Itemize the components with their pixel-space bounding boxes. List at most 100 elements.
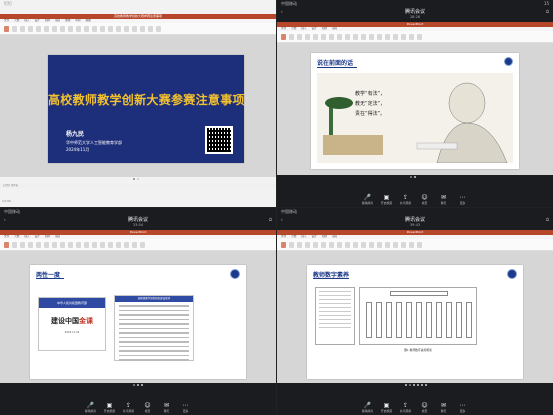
slide-canvas: 高校教师教学创新大赛参赛注意事项 杨九民 华中师范大学人工智能教育学部 2024… [0, 35, 276, 177]
camera-icon: ▣ [383, 402, 390, 409]
camera-icon: ▣ [383, 194, 390, 201]
ribbon-toolbar[interactable] [0, 239, 276, 251]
toolbar-share[interactable]: ⇪ 共享屏幕 [399, 194, 412, 205]
card-date: 2018.11.24 [64, 331, 80, 334]
meeting-timer: 33:04 [132, 223, 144, 227]
meeting-header: ‹ 腾讯会议 39:43 ⏻ [277, 216, 553, 230]
ribbon-toolbar[interactable] [277, 239, 553, 251]
toolbar-mute[interactable]: 🎤 解除静音 [361, 194, 374, 205]
quote-text: 教学“有法”， 教无“定法”， 贵在“得法”。 [355, 91, 386, 117]
toolbar-chat[interactable]: ✉ 聊天 [437, 194, 450, 205]
slide-author: 杨九民 [66, 131, 85, 138]
chat-icon: ✉ [440, 194, 447, 201]
status-bar: 钉钉 [0, 0, 276, 8]
meeting-timer: 28:26 [409, 15, 421, 19]
toolbar-video[interactable]: ▣ 开启视频 [103, 402, 116, 413]
university-logo-icon [507, 269, 517, 279]
university-logo-icon [230, 269, 240, 279]
mic-icon: 🎤 [363, 194, 372, 201]
panel-bottom-left: 中国移动 ‹ 腾讯会议 33:04 ⏻ PowerPoint 文件 开始 插入 设计切… [0, 208, 276, 415]
back-icon[interactable]: ‹ [4, 217, 6, 222]
university-logo-icon [504, 57, 513, 66]
slide-main-title: 高校教师教学创新大赛参赛注意事项 [48, 93, 245, 107]
toolbar-members[interactable]: ☺ 成员 [418, 402, 431, 413]
ppt-window: PowerPoint 文件 开始 插入 设计 切换 动画 [0, 230, 276, 251]
divider-horizontal [0, 207, 553, 208]
ppt-statusbar: 幻灯片 第1张 [0, 184, 276, 188]
members-icon: ☺ [144, 402, 151, 409]
toolbar-video[interactable]: ▣ 开启视频 [380, 402, 393, 413]
more-icon: ⋯ [459, 402, 466, 409]
toolbar-chat[interactable]: ✉ 聊天 [437, 402, 450, 413]
requirements-doc: 国家级教学创新团队建设要求 [114, 295, 194, 361]
mic-icon: 🎤 [86, 402, 95, 409]
slide-quote: 说在前面的话 教学“有法”， 教无“定法”， 贵在“得法”。 [311, 53, 519, 169]
ribbon-toolbar[interactable] [0, 23, 276, 35]
toolbar-more[interactable]: ⋯ 更多 [456, 402, 469, 413]
slide-title: 高校教师教学创新大赛参赛注意事项 杨九民 华中师范大学人工智能教育学部 2024… [48, 55, 245, 163]
toolbar-more[interactable]: ⋯ 更多 [456, 194, 469, 205]
status-bar: 中国移动 [4, 209, 20, 214]
more-icon: ⋯ [459, 194, 466, 201]
share-icon: ⇪ [402, 402, 409, 409]
sketch-illustration [317, 73, 513, 164]
members-icon: ☺ [421, 402, 428, 409]
screenshot-collage: 钉钉 高校教师教学创新大赛参赛注意事项 文件 开始 插入 设计 切换 动画 放映 审阅 视图 高… [0, 0, 553, 415]
leave-icon[interactable]: ⏻ [546, 217, 549, 222]
share-icon: ⇪ [402, 194, 409, 201]
toolbar-more[interactable]: ⋯ 更多 [179, 402, 192, 413]
qr-code [205, 126, 233, 154]
page-dots [410, 176, 416, 178]
toolbar-mute[interactable]: 🎤 解除静音 [361, 402, 374, 413]
status-bar: 中国移动 15 [281, 1, 549, 6]
back-icon[interactable]: ‹ [281, 217, 283, 222]
chat-icon: ✉ [163, 402, 170, 409]
toolbar-members[interactable]: ☺ 成员 [141, 402, 154, 413]
slide-date: 2024年11月 [66, 147, 90, 152]
meeting-title: 腾讯会议 [404, 217, 425, 223]
slide-canvas: 两性一度 中华人民共和国教育部 建设中国金课 2018.11.24 国家级教学创… [0, 251, 276, 383]
toolbar-share[interactable]: ⇪ 共享屏幕 [122, 402, 135, 413]
leave-icon[interactable]: ⏻ [269, 217, 272, 222]
page-dots [133, 178, 139, 180]
framework-diagram [359, 287, 477, 345]
leave-icon[interactable]: ⏻ [546, 9, 549, 14]
toolbar-chat[interactable]: ✉ 聊天 [160, 402, 173, 413]
toolbar-members[interactable]: ☺ 成员 [418, 194, 431, 205]
slide-heading: 说在前面的话 [317, 60, 354, 67]
back-icon[interactable]: ‹ [281, 9, 283, 14]
meeting-toolbar: 🎤 解除静音 ▣ 开启视频 ⇪ 共享屏幕 ☺ 成员 ✉ 聊天 ⋯ 更多 [0, 401, 276, 415]
panel-top-right: 中国移动 15 ‹ 腾讯会议 28:26 ⏻ PowerPoint 文件 开始 插入… [277, 0, 553, 207]
toolbar-mute[interactable]: 🎤 解除静音 [84, 402, 97, 413]
page-dots [133, 384, 143, 386]
slide-canvas: 说在前面的话 教学“有法”， 教无“定法”， 贵在“得法”。 [277, 43, 553, 175]
status-bar: 中国移动 [281, 209, 297, 214]
status-left: 钉钉 [4, 1, 12, 6]
ribbon-toolbar[interactable] [277, 31, 553, 43]
chat-icon: ✉ [440, 402, 447, 409]
meeting-timer: 39:43 [409, 223, 421, 227]
slide-org: 华中师范大学人工智能教育学部 [66, 140, 122, 145]
ppt-window: 高校教师教学创新大赛参赛注意事项 文件 开始 插入 设计 切换 动画 放映 审阅 视图 [0, 14, 276, 35]
golden-course-card: 中华人民共和国教育部 建设中国金课 2018.11.24 [38, 297, 106, 351]
meeting-title: 腾讯会议 [127, 217, 148, 223]
meeting-header: ‹ 腾讯会议 33:04 ⏻ [0, 216, 276, 230]
ppt-window: PowerPoint 文件 开始 插入 设计 切换 动画 [277, 230, 553, 251]
ministry-band: 中华人民共和国教育部 [39, 298, 105, 308]
meeting-toolbar: 🎤 解除静音 ▣ 开启视频 ⇪ 共享屏幕 ☺ 成员 ✉ 聊天 ⋯ 更多 [277, 401, 553, 415]
standard-doc-thumbnail [315, 287, 355, 345]
sketch-image [317, 73, 513, 164]
meeting-toolbar: 🎤 解除静音 ▣ 开启视频 ⇪ 共享屏幕 ☺ 成员 ✉ 聊天 ⋯ 更多 [277, 193, 553, 207]
panel-top-left: 钉钉 高校教师教学创新大赛参赛注意事项 文件 开始 插入 设计 切换 动画 放映 审阅 视图 高… [0, 0, 276, 207]
slide-digital-literacy: 教师数字素养 图1 教师数字素养框架 [307, 265, 523, 379]
toolbar-share[interactable]: ⇪ 共享屏幕 [399, 402, 412, 413]
bottom-time: 14:30 [2, 199, 11, 203]
toolbar-video[interactable]: ▣ 开启视频 [380, 194, 393, 205]
members-icon: ☺ [421, 194, 428, 201]
camera-icon: ▣ [106, 402, 113, 409]
doc-heading: 国家级教学创新团队建设要求 [115, 296, 193, 302]
ppt-window: PowerPoint 文件 开始 插入 设计 切换 动画 [277, 22, 553, 43]
meeting-header: ‹ 腾讯会议 28:26 ⏻ [277, 8, 553, 22]
golden-course-title: 建设中国金课 [51, 317, 93, 325]
meeting-title: 腾讯会议 [404, 9, 425, 15]
